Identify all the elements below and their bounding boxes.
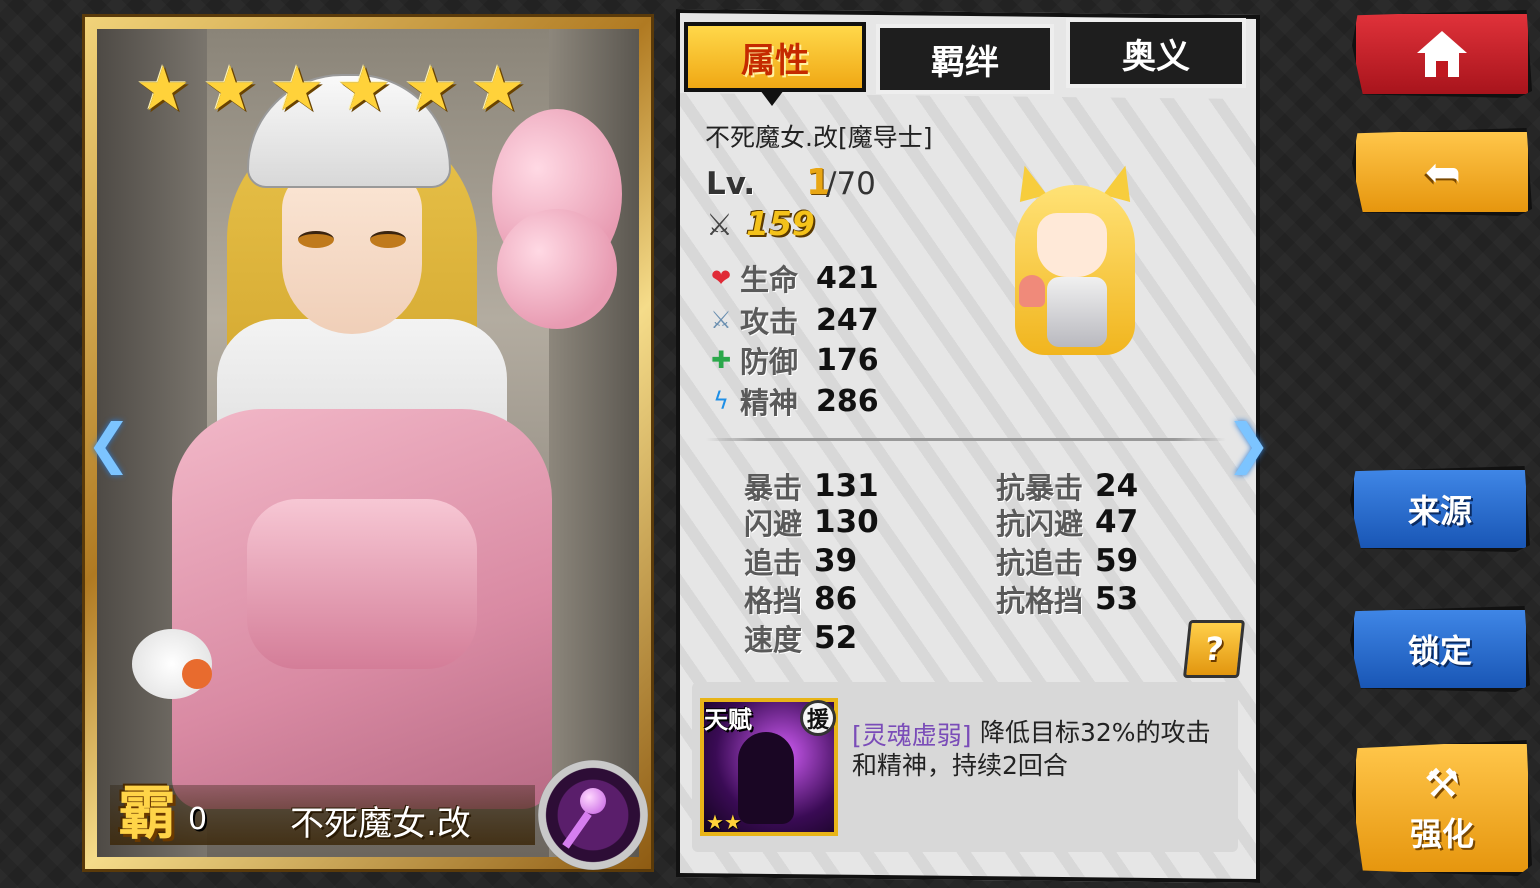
stat-label: 攻击 bbox=[740, 305, 799, 339]
art-eye bbox=[370, 231, 406, 248]
substat-value: 130 bbox=[814, 504, 879, 540]
star-icon: ★ bbox=[269, 52, 325, 125]
chibi-body bbox=[1047, 277, 1107, 347]
card-name: 不死魔女.改 bbox=[290, 804, 471, 844]
ba-badge-icon: 霸 bbox=[118, 779, 177, 847]
magic-staff-icon bbox=[538, 760, 648, 870]
substat-value: 53 bbox=[1095, 581, 1139, 617]
home-door bbox=[1436, 61, 1448, 77]
substat-anti-crit: 抗暴击 24 bbox=[996, 466, 1138, 506]
stats-divider bbox=[706, 438, 1226, 441]
back-button[interactable]: ➦ bbox=[1352, 128, 1532, 216]
enhance-button-label: 强化 bbox=[1409, 815, 1474, 853]
substat-value: 39 bbox=[814, 543, 858, 579]
art-eye bbox=[298, 231, 334, 248]
substat-value: 131 bbox=[814, 468, 879, 504]
hammer-icon: ⚒ bbox=[1424, 761, 1460, 807]
substat-dodge: 闪避 130 bbox=[744, 502, 879, 542]
crossed-swords-icon: ⚔ bbox=[706, 208, 733, 243]
stat-value: 286 bbox=[816, 383, 879, 419]
staff-stick bbox=[562, 811, 592, 849]
back-arrow-icon: ➦ bbox=[1423, 146, 1461, 198]
substat-label: 速度 bbox=[744, 623, 803, 657]
stat-attack: ⚔ 攻击 247 bbox=[706, 300, 879, 340]
talent-tag: 天赋 bbox=[704, 706, 752, 734]
art-pompom-accent bbox=[182, 659, 212, 689]
tab-mystery[interactable]: 奥义 bbox=[1066, 18, 1246, 88]
substat-value: 86 bbox=[814, 581, 858, 617]
star-icon: ★ bbox=[403, 52, 459, 125]
source-button[interactable]: 来源 bbox=[1350, 466, 1530, 552]
level-max: /70 bbox=[826, 166, 876, 202]
help-button[interactable]: ? bbox=[1182, 620, 1246, 678]
substat-label: 格挡 bbox=[744, 584, 803, 618]
tab-attributes[interactable]: 属性 bbox=[684, 22, 866, 92]
stat-spirit: ϟ 精神 286 bbox=[706, 381, 879, 421]
assist-badge: 援 bbox=[800, 700, 836, 736]
shield-plus-icon: ✚ bbox=[710, 346, 732, 374]
substat-label: 抗格挡 bbox=[996, 584, 1084, 618]
prev-hero-arrow-icon[interactable]: ❮ bbox=[86, 412, 131, 475]
sword-icon: ⚔ bbox=[710, 306, 732, 334]
star-icon: ★ bbox=[336, 52, 392, 125]
substat-label: 追击 bbox=[744, 546, 803, 580]
substat-block: 格挡 86 bbox=[744, 579, 857, 619]
substat-value: 59 bbox=[1095, 543, 1139, 579]
home-roof bbox=[1417, 31, 1467, 53]
substat-value: 52 bbox=[814, 620, 858, 656]
star-icon: ★ bbox=[135, 52, 191, 125]
substat-chase: 追击 39 bbox=[744, 541, 857, 581]
home-icon bbox=[1417, 31, 1467, 77]
lock-button[interactable]: 锁定 bbox=[1350, 606, 1530, 692]
staff-orb bbox=[580, 788, 606, 814]
next-hero-arrow-icon[interactable]: ❯ bbox=[1226, 412, 1271, 475]
level-label: Lv. bbox=[706, 166, 756, 202]
combat-power: 159 bbox=[746, 204, 815, 243]
substat-value: 24 bbox=[1095, 468, 1139, 504]
lock-button-label: 锁定 bbox=[1407, 632, 1472, 670]
art-face bbox=[282, 169, 422, 334]
substat-anti-block: 抗格挡 53 bbox=[996, 579, 1138, 619]
source-button-label: 来源 bbox=[1407, 492, 1472, 530]
chibi-ghost bbox=[1019, 275, 1045, 307]
tab-pointer-icon bbox=[760, 90, 784, 106]
talent-silhouette bbox=[738, 732, 794, 824]
rarity-stars: ★ ★ ★ ★ ★ ★ bbox=[131, 57, 530, 121]
substat-anti-dodge: 抗闪避 47 bbox=[996, 502, 1138, 542]
stat-hp: ❤ 生命 421 bbox=[706, 258, 879, 298]
stat-value: 421 bbox=[816, 260, 879, 296]
substat-label: 闪避 bbox=[744, 507, 803, 541]
stat-label: 生命 bbox=[740, 263, 799, 297]
home-button[interactable] bbox=[1352, 10, 1532, 98]
tab-bonds[interactable]: 羁绊 bbox=[876, 24, 1054, 94]
stat-value: 176 bbox=[816, 342, 879, 378]
art-jacket-fold bbox=[247, 499, 477, 669]
substat-anti-chase: 抗追击 59 bbox=[996, 541, 1138, 581]
star-icon: ★ bbox=[470, 52, 526, 125]
substat-label: 抗追击 bbox=[996, 546, 1084, 580]
star-icon: ★ bbox=[202, 52, 258, 125]
stat-value: 247 bbox=[816, 302, 879, 338]
substat-speed: 速度 52 bbox=[744, 618, 857, 658]
art-balloon bbox=[497, 209, 617, 329]
chibi-face bbox=[1037, 213, 1107, 277]
substat-crit: 暴击 131 bbox=[744, 466, 879, 506]
talent-description: 降低目标32%的攻击和精神，持续2回合 bbox=[852, 718, 1211, 780]
hero-chibi-avatar bbox=[1005, 161, 1145, 365]
ba-value: 0 bbox=[188, 802, 208, 837]
enhance-button[interactable]: ⚒ 强化 bbox=[1352, 740, 1532, 876]
card-art: ★ ★ ★ ★ ★ ★ bbox=[97, 29, 639, 857]
heart-icon: ❤ bbox=[710, 264, 732, 292]
talent-stars: ★★ bbox=[706, 810, 742, 834]
hero-card[interactable]: ★ ★ ★ ★ ★ ★ bbox=[82, 14, 654, 872]
substat-label: 抗闪避 bbox=[996, 507, 1084, 541]
stat-defense: ✚ 防御 176 bbox=[706, 340, 879, 380]
stat-label: 防御 bbox=[740, 345, 799, 379]
stat-label: 精神 bbox=[740, 386, 799, 420]
hero-full-name: 不死魔女.改[魔导士] bbox=[705, 123, 933, 152]
lightning-icon: ϟ bbox=[713, 387, 729, 415]
substat-value: 47 bbox=[1095, 504, 1139, 540]
